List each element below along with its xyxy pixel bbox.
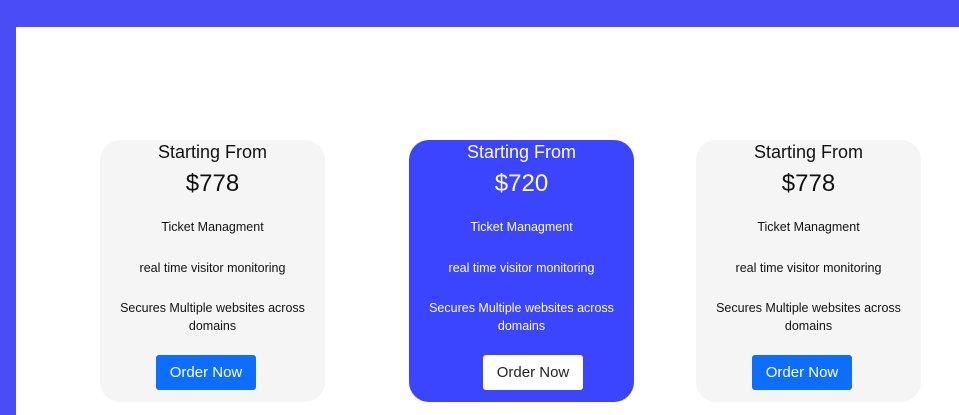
- pricing-card: Starting From $778 Ticket Managment real…: [100, 140, 325, 402]
- plan-feature: Secures Multiple websites across domains: [120, 301, 305, 333]
- plan-feature: real time visitor monitoring: [448, 261, 595, 275]
- plan-feature: Secures Multiple websites across domains: [716, 301, 901, 333]
- plan-heading: Starting From: [157, 142, 268, 162]
- plan-price: $778: [781, 170, 836, 197]
- pricing-card-featured: Starting From $720 Ticket Managment real…: [409, 140, 634, 402]
- plan-heading: Starting From: [753, 142, 864, 162]
- plan-feature: real time visitor monitoring: [735, 261, 882, 275]
- order-now-button[interactable]: Order Now: [752, 355, 852, 390]
- pricing-card: Starting From $778 Ticket Managment real…: [696, 140, 921, 402]
- plan-feature: Ticket Managment: [161, 220, 264, 234]
- order-now-button[interactable]: Order Now: [483, 355, 583, 390]
- plan-feature: Secures Multiple websites across domains: [429, 301, 614, 333]
- plan-feature: Ticket Managment: [757, 220, 860, 234]
- main-content: Starting From $778 Ticket Managment real…: [16, 27, 959, 415]
- plan-price: $720: [494, 170, 549, 197]
- plan-price: $778: [185, 170, 240, 197]
- plan-feature: Ticket Managment: [470, 220, 573, 234]
- plan-feature: real time visitor monitoring: [139, 261, 286, 275]
- order-now-button[interactable]: Order Now: [156, 355, 256, 390]
- plan-heading: Starting From: [466, 142, 577, 162]
